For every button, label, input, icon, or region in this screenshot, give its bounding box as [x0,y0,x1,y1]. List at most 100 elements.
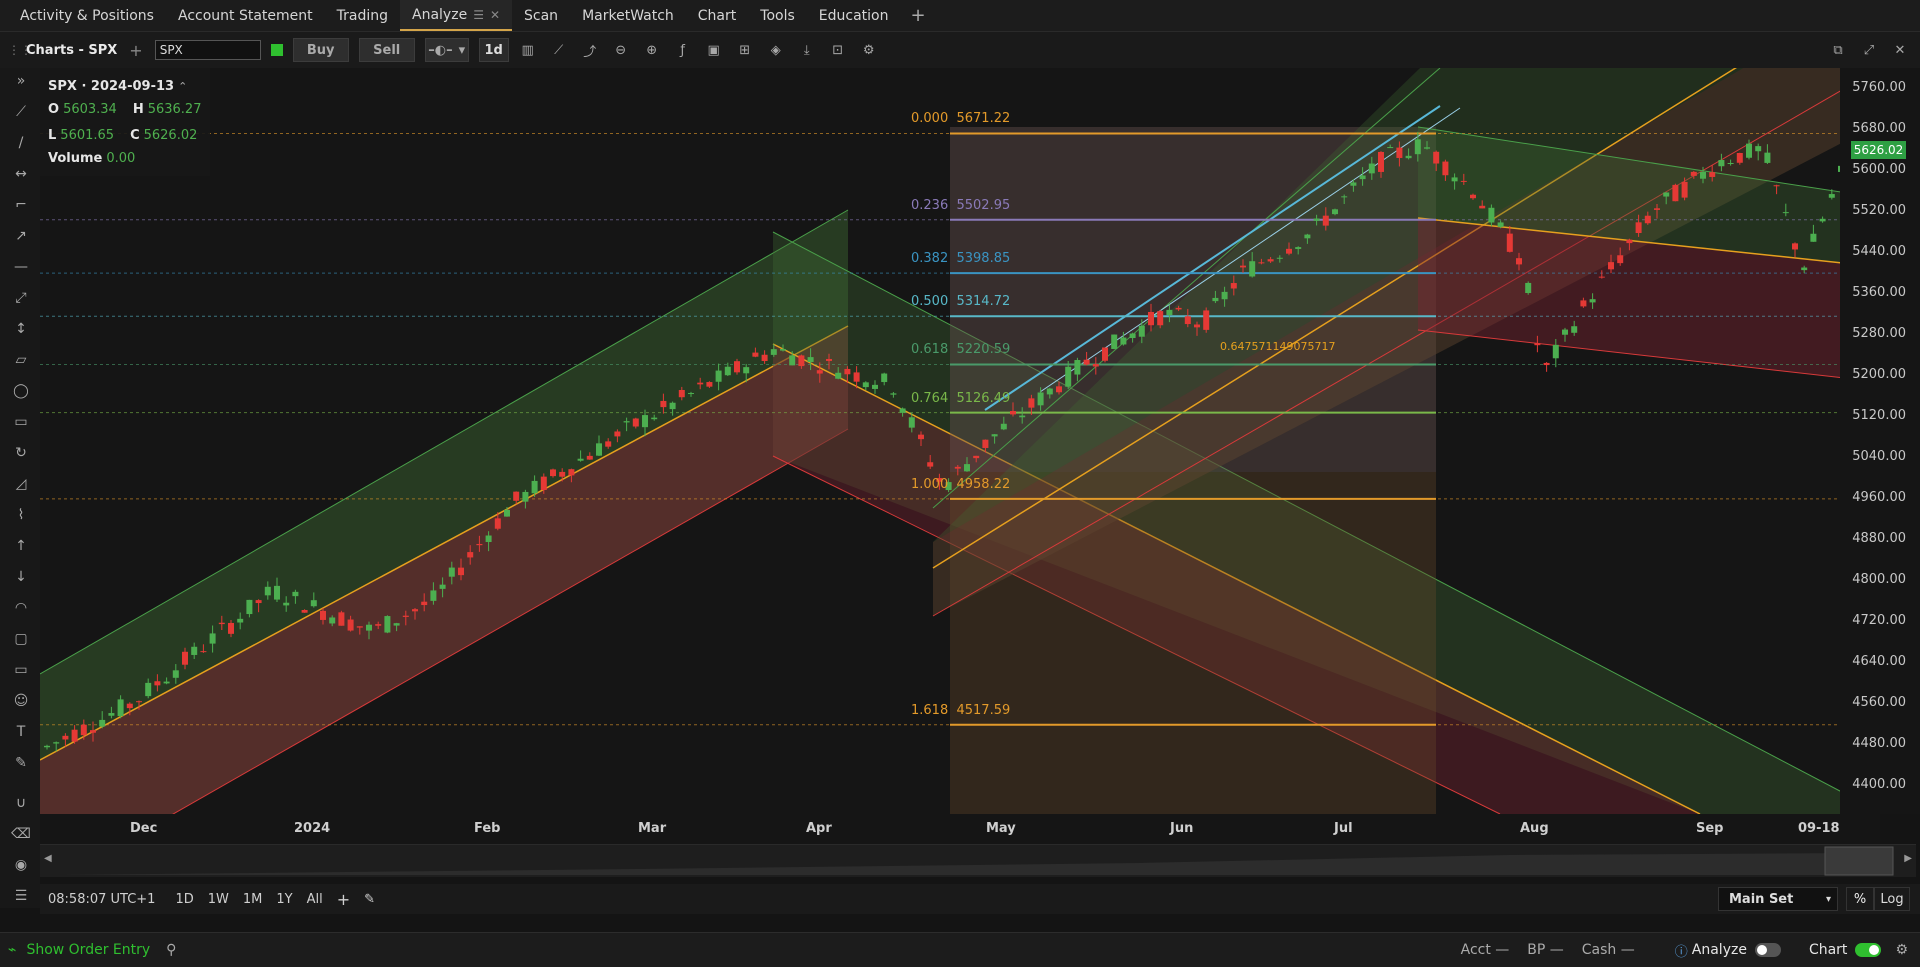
log-button[interactable]: Log [1874,887,1910,911]
candle-body [218,622,225,625]
tab-activity-positions[interactable]: Activity & Positions [8,0,166,31]
volume-value: 0.00 [106,150,136,166]
percent-button[interactable]: % [1846,887,1874,911]
callout-icon[interactable]: ▢ [10,628,32,650]
low-value: 5601.65 [60,127,115,143]
range-all[interactable]: All [307,892,323,907]
eraser-icon[interactable]: ⌫ [10,823,32,845]
triangle-icon[interactable]: ◿ [10,473,32,495]
candle-body [402,615,409,617]
popout-icon[interactable]: ⧉ [1826,38,1850,62]
arrow-down-icon[interactable]: ↓ [10,566,32,588]
indicator-icon[interactable]: ⤴ [578,38,602,62]
buy-button[interactable]: Buy [292,38,349,62]
gear-icon[interactable]: ⚙ [857,38,881,62]
menu-icon[interactable]: ☰ [473,8,484,22]
arrow-up-icon[interactable]: ↑ [10,535,32,557]
function-icon[interactable]: ƒ [671,38,695,62]
tab-scan[interactable]: Scan [512,0,570,31]
emoji-icon[interactable]: ☺ [10,690,32,712]
layout-icon[interactable]: ⊞ [733,38,757,62]
show-order-entry-link[interactable]: Show Order Entry [26,942,150,958]
analyze-toggle[interactable] [1754,943,1781,957]
magnet-icon[interactable]: ∪ [10,792,32,814]
draw-line-icon[interactable]: ⟋ [547,38,571,62]
price-chart[interactable]: 0.000 5671.22 0.236 5502.95 0.382 5398.85 0… [40,68,1880,814]
order-qty-dropdown[interactable]: –◐– ▾ [424,38,469,62]
add-chart-icon[interactable]: + [129,41,142,60]
date-label: Feb [474,821,501,836]
candle-body [651,417,658,420]
eye-icon[interactable]: ◉ [10,854,32,876]
ray-icon[interactable]: / [10,132,32,154]
candle-body [1516,258,1522,265]
trendline-icon[interactable]: ⟋ [10,101,32,123]
zoom-out-icon[interactable]: ⊖ [609,38,633,62]
text-icon[interactable]: T [10,721,32,743]
expand-icon[interactable]: ⤢ [1857,38,1881,62]
comment-icon[interactable]: ▭ [10,659,32,681]
rectangle-icon[interactable]: ▭ [10,411,32,433]
polyline-icon[interactable]: ⌇ [10,504,32,526]
sell-button[interactable]: Sell [358,38,415,62]
ellipse-icon[interactable]: ◯ [10,380,32,402]
brush-icon[interactable]: ✎ [10,752,32,774]
candle-body [1148,311,1154,326]
drag-handle-icon[interactable]: ⋮⋮ [8,43,32,57]
price-label: 4640.00 [1852,654,1906,669]
low-label: L [48,127,57,143]
tab-marketwatch[interactable]: MarketWatch [570,0,686,31]
add-range-button[interactable]: + [337,890,350,909]
fib-tool-icon[interactable]: ⌐ [10,194,32,216]
range-1d[interactable]: 1D [175,892,193,907]
chart-type-icon[interactable]: ▥ [516,38,540,62]
segment-icon[interactable]: ⤢ [10,287,32,309]
candle-body [697,382,704,385]
candle-body [182,651,188,665]
scroll-right-icon[interactable]: ▶ [1904,853,1912,864]
channel-icon[interactable]: ▱ [10,349,32,371]
interval-button[interactable]: 1d [478,38,509,62]
tab-analyze[interactable]: Analyze ☰ ✕ [400,0,513,31]
candle-body [1773,185,1780,187]
camera-icon[interactable]: ⊡ [826,38,850,62]
tab-account-statement[interactable]: Account Statement [166,0,325,31]
symbol-input[interactable]: SPX [154,40,261,60]
collapse-icon[interactable]: ⌃ [178,80,187,93]
vertical-line-icon[interactable]: ↕ [10,318,32,340]
pin-icon[interactable]: ⚲ [166,942,176,958]
candle-body [430,590,437,601]
range-1w[interactable]: 1W [208,892,229,907]
curve-icon[interactable]: ◠ [10,597,32,619]
fib-ratio: 0.000 [911,111,949,127]
image-icon[interactable]: ▣ [702,38,726,62]
close-window-icon[interactable]: ✕ [1888,38,1912,62]
zoom-in-icon[interactable]: ⊕ [640,38,664,62]
chart-navigator[interactable]: ◀ ▶ [40,844,1916,877]
date-axis[interactable]: Dec 2024 Feb Mar Apr May Jun Jul Aug Sep… [40,814,1880,844]
study-set-dropdown[interactable]: Main Set ▾ [1718,887,1838,911]
stack-icon[interactable]: ☰ [10,885,32,907]
add-tab-button[interactable]: + [900,5,935,26]
range-1m[interactable]: 1M [243,892,263,907]
horizontal-line-icon[interactable]: ↔ [10,163,32,185]
candle-body [1580,300,1587,307]
settings-gear-icon[interactable]: ⚙ [1895,942,1908,958]
price-axis[interactable]: 5760.00 5680.00 5600.00 5520.00 5440.00 5360.… [1840,68,1920,814]
close-icon[interactable]: ✕ [490,8,500,22]
edit-icon[interactable]: ✎ [364,892,375,907]
tab-trading[interactable]: Trading [325,0,400,31]
tab-tools[interactable]: Tools [748,0,807,31]
scroll-left-icon[interactable]: ◀ [44,853,52,864]
extended-line-icon[interactable]: — [10,256,32,278]
download-icon[interactable]: ⤓ [795,38,819,62]
chart-toggle[interactable] [1855,943,1882,957]
range-1y[interactable]: 1Y [276,892,292,907]
expand-tools-icon[interactable]: » [10,70,32,92]
candle-body [1497,222,1504,227]
arrow-line-icon[interactable]: ↗ [10,225,32,247]
tab-education[interactable]: Education [807,0,901,31]
arc-icon[interactable]: ↻ [10,442,32,464]
layers-icon[interactable]: ◈ [764,38,788,62]
tab-chart[interactable]: Chart [686,0,748,31]
